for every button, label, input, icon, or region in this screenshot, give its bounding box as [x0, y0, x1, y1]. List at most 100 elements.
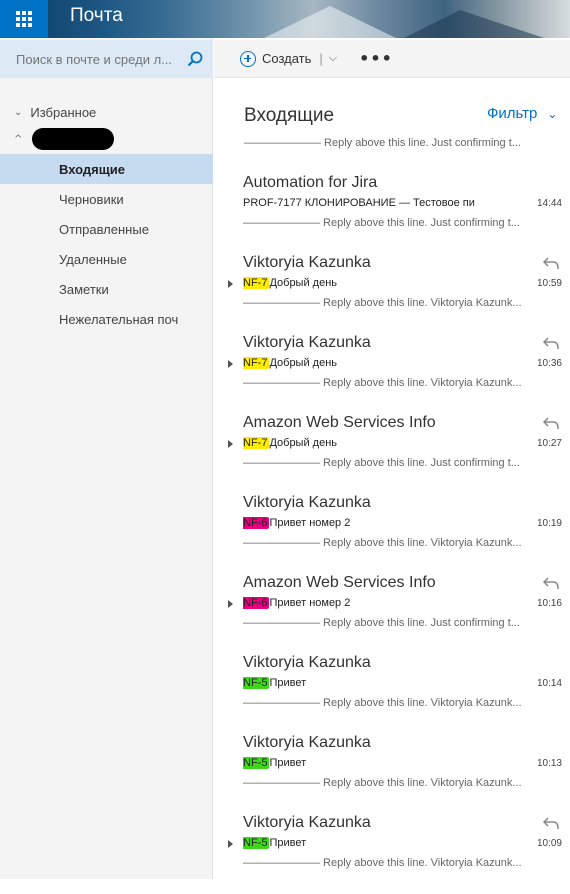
- create-label: Создать: [262, 51, 312, 66]
- message-subject: PROF-7177 КЛОНИРОВАНИЕ — Тестовое пи: [243, 197, 483, 209]
- message-row[interactable]: Viktoryia Kazunka NF-7 Добрый день 10:59 ———…: [214, 254, 570, 334]
- app-title: Почта: [70, 5, 123, 26]
- search-input[interactable]: [16, 51, 186, 67]
- highlighted-ticket-tag: NF-7: [243, 437, 270, 449]
- account-group[interactable]: ^: [14, 128, 115, 150]
- message-subject: NF-7 Добрый день: [243, 437, 483, 449]
- highlighted-ticket-tag: NF-5: [243, 837, 270, 849]
- message-preview[interactable]: ——————— Reply above this line. Just conf…: [244, 137, 524, 149]
- highlighted-ticket-tag: NF-5: [243, 757, 270, 769]
- folder-deleted[interactable]: Удаленные: [0, 244, 213, 274]
- plus-icon: [240, 50, 256, 67]
- expand-conversation-icon[interactable]: [228, 840, 233, 848]
- message-sender: Amazon Web Services Info: [243, 574, 436, 591]
- message-row[interactable]: Amazon Web Services Info NF-7 Добрый день 1…: [214, 414, 570, 494]
- message-preview: ——————— Reply above this line. Viktoryia…: [243, 537, 522, 549]
- favorites-group[interactable]: ⌄ Избранное: [14, 105, 96, 120]
- more-options-icon[interactable]: •••: [359, 49, 393, 68]
- command-bar: Создать | ⌵ •••: [214, 40, 570, 78]
- message-subject: NF-5 Привет: [243, 677, 483, 689]
- message-time: 14:44: [536, 198, 562, 209]
- folder-drafts[interactable]: Черновики: [0, 184, 213, 214]
- message-time: 10:16: [536, 598, 562, 609]
- message-preview: ——————— Reply above this line. Viktoryia…: [243, 777, 522, 789]
- collapse-chevron-icon[interactable]: ⌄: [14, 107, 22, 118]
- app-launcher-button[interactable]: [0, 0, 48, 38]
- expand-conversation-icon[interactable]: [228, 280, 233, 288]
- navigation-pane: ⌄ Избранное ^ Входящие Черновики Отправл…: [0, 38, 213, 879]
- message-time: 10:59: [536, 278, 562, 289]
- message-preview: ——————— Reply above this line. Viktoryia…: [243, 697, 522, 709]
- folder-sent[interactable]: Отправленные: [0, 214, 213, 244]
- chevron-down-icon: ⌄: [547, 106, 558, 121]
- message-row[interactable]: Viktoryia Kazunka NF-5 Привет 10:13 ——————— …: [214, 734, 570, 814]
- expand-conversation-icon[interactable]: [228, 600, 233, 608]
- message-row[interactable]: Viktoryia Kazunka NF-5 Привет 10:14 ——————— …: [214, 654, 570, 734]
- message-row[interactable]: Viktoryia Kazunka NF-6 Привет номер 2 10:19…: [214, 494, 570, 574]
- message-time: 10:19: [536, 518, 562, 529]
- expand-chevron-icon[interactable]: ^: [14, 134, 22, 145]
- folder-inbox[interactable]: Входящие: [0, 154, 213, 184]
- message-preview: ——————— Reply above this line. Just conf…: [243, 217, 520, 229]
- message-subject-text: PROF-7177 КЛОНИРОВАНИЕ — Тестовое пи: [243, 197, 475, 209]
- message-subject: NF-5 Привет: [243, 837, 483, 849]
- message-subject-text: Привет номер 2: [269, 597, 351, 609]
- replied-icon: [542, 337, 559, 349]
- chevron-down-icon[interactable]: ⌵: [329, 52, 337, 65]
- message-row[interactable]: Viktoryia Kazunka NF-5 Привет 10:09 ——————— …: [214, 814, 570, 894]
- highlighted-ticket-tag: NF-6: [243, 517, 270, 529]
- filter-label: Фильтр: [487, 105, 538, 122]
- message-time: 10:27: [536, 438, 562, 449]
- header-background-art: [260, 6, 400, 38]
- message-row[interactable]: Viktoryia Kazunka NF-7 Добрый день 10:36 ———…: [214, 334, 570, 414]
- search-icon[interactable]: [187, 51, 203, 67]
- message-list-pane: Входящие Фильтр ⌄ ——————— Reply above th…: [214, 78, 570, 879]
- message-time: 10:13: [536, 758, 562, 769]
- waffle-icon: [16, 11, 32, 27]
- replied-icon: [542, 417, 559, 429]
- folder-list: Входящие Черновики Отправленные Удаленны…: [0, 154, 213, 334]
- message-subject-text: Добрый день: [269, 357, 338, 369]
- search-box: [0, 40, 213, 78]
- message-subject: NF-7 Добрый день: [243, 277, 483, 289]
- message-preview: ——————— Reply above this line. Viktoryia…: [243, 857, 522, 869]
- message-time: 10:14: [536, 678, 562, 689]
- header-background-art: [400, 10, 550, 38]
- folder-junk[interactable]: Нежелательная поч: [0, 304, 213, 334]
- message-subject-text: Привет: [269, 757, 307, 769]
- create-button[interactable]: Создать | ⌵: [240, 50, 337, 67]
- message-sender: Viktoryia Kazunka: [243, 494, 371, 511]
- message-subject-text: Привет: [269, 837, 307, 849]
- message-sender: Viktoryia Kazunka: [243, 814, 371, 831]
- message-preview: ——————— Reply above this line. Just conf…: [243, 457, 520, 469]
- message-subject: NF-6 Привет номер 2: [243, 597, 483, 609]
- message-row[interactable]: Amazon Web Services Info NF-6 Привет номер…: [214, 574, 570, 654]
- replied-icon: [542, 577, 559, 589]
- redacted-account-name: [32, 128, 115, 150]
- message-preview: ——————— Reply above this line. Viktoryia…: [243, 377, 522, 389]
- message-sender: Viktoryia Kazunka: [243, 254, 371, 271]
- message-subject-text: Привет: [269, 677, 307, 689]
- separator: |: [319, 51, 323, 66]
- highlighted-ticket-tag: NF-5: [243, 677, 270, 689]
- message-subject-text: Привет номер 2: [269, 517, 351, 529]
- message-sender: Viktoryia Kazunka: [243, 734, 371, 751]
- highlighted-ticket-tag: NF-7: [243, 357, 270, 369]
- message-subject-text: Добрый день: [269, 277, 338, 289]
- message-time: 10:09: [536, 838, 562, 849]
- expand-conversation-icon[interactable]: [228, 360, 233, 368]
- filter-button[interactable]: Фильтр ⌄: [487, 105, 557, 122]
- replied-icon: [542, 257, 559, 269]
- message-sender: Amazon Web Services Info: [243, 414, 436, 431]
- message-sender: Automation for Jira: [243, 174, 378, 191]
- message-subject: NF-5 Привет: [243, 757, 483, 769]
- highlighted-ticket-tag: NF-6: [243, 597, 270, 609]
- message-sender: Viktoryia Kazunka: [243, 334, 371, 351]
- message-subject: NF-6 Привет номер 2: [243, 517, 483, 529]
- message-time: 10:36: [536, 358, 562, 369]
- folder-notes[interactable]: Заметки: [0, 274, 213, 304]
- top-bar: Почта: [0, 0, 570, 38]
- expand-conversation-icon[interactable]: [228, 440, 233, 448]
- highlighted-ticket-tag: NF-7: [243, 277, 270, 289]
- message-row[interactable]: Automation for Jira PROF-7177 КЛОНИРОВАНИ…: [214, 174, 570, 254]
